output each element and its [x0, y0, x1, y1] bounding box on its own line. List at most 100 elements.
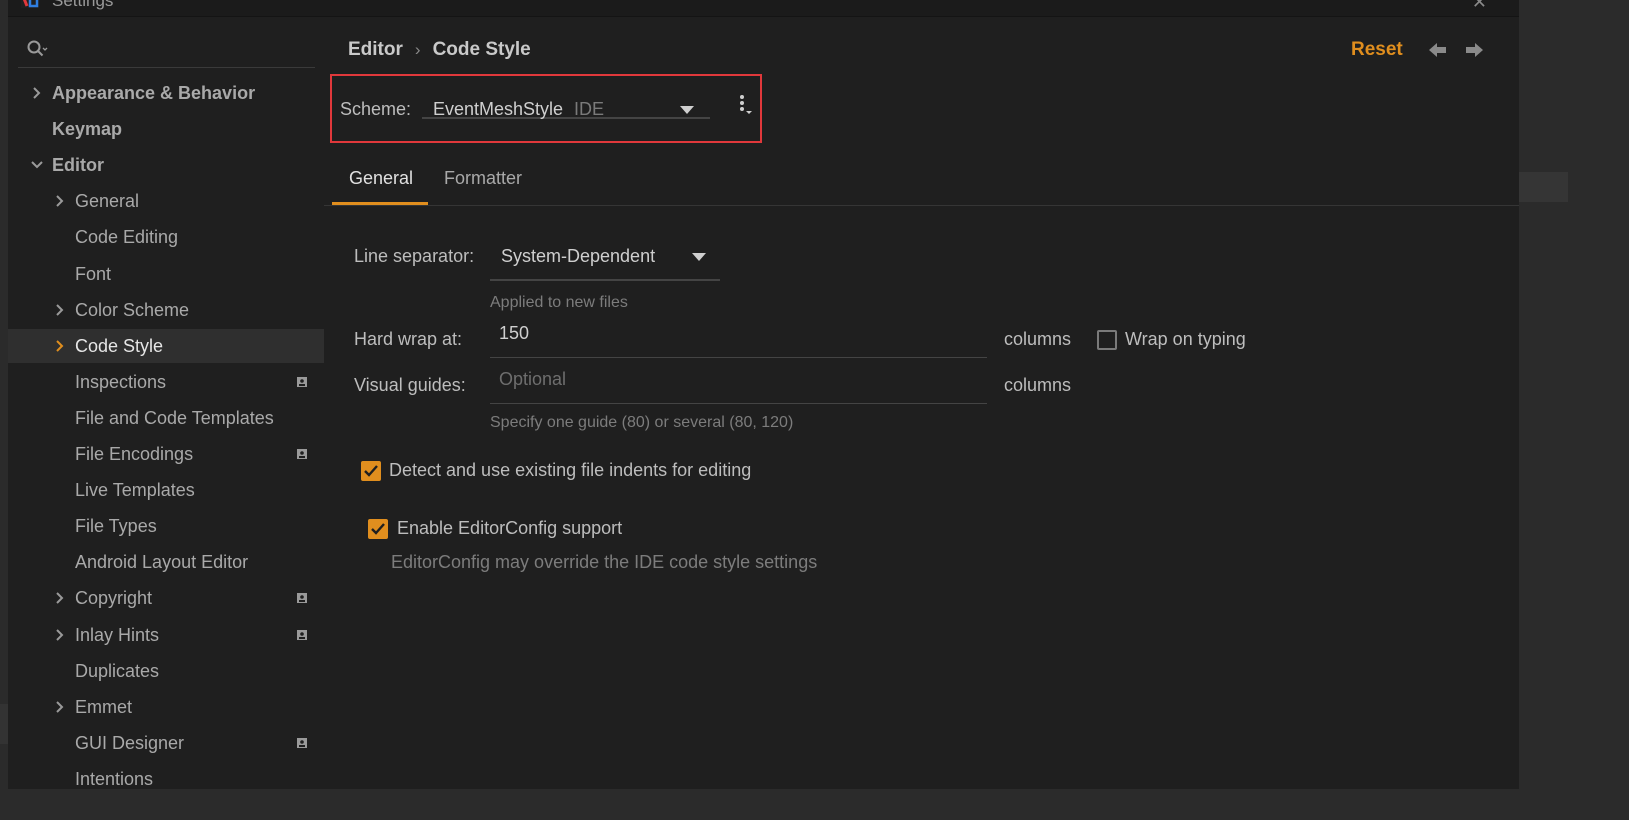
tab-bar: General Formatter — [324, 154, 1519, 206]
sidebar-item-copyright[interactable]: Copyright — [8, 581, 324, 615]
sidebar-item-keymap[interactable]: Keymap — [8, 112, 324, 146]
sidebar-item-label: GUI Designer — [75, 733, 185, 753]
tab-general[interactable]: General — [332, 154, 428, 205]
arrow-back-icon[interactable] — [1428, 41, 1448, 59]
chevron-right-icon[interactable] — [53, 690, 69, 724]
sidebar-item-code-editing[interactable]: Code Editing — [8, 220, 324, 254]
checkmark-icon — [364, 465, 378, 477]
sidebar-item-inlay-hints[interactable]: Inlay Hints — [8, 618, 324, 652]
chevron-right-icon[interactable] — [53, 618, 69, 652]
sidebar-item-label: Font — [75, 264, 112, 284]
close-icon[interactable]: ✕ — [1472, 0, 1487, 13]
hard-wrap-label: Hard wrap at: — [354, 329, 463, 349]
sidebar-item-file-encodings[interactable]: File Encodings — [8, 437, 324, 471]
chevron-right-icon[interactable] — [30, 76, 46, 110]
scheme-type: IDE — [574, 99, 605, 119]
background-editor-right — [1519, 0, 1568, 789]
search-icon — [27, 40, 48, 57]
scheme-dropdown[interactable]: EventMeshStyle IDE — [422, 89, 710, 119]
detect-indents-label[interactable]: Detect and use existing file indents for… — [389, 460, 751, 481]
project-level-icon — [297, 449, 307, 459]
wrap-on-typing-checkbox[interactable] — [1097, 330, 1117, 350]
search-input[interactable] — [18, 35, 315, 68]
sidebar-item-label: Duplicates — [75, 661, 160, 681]
project-level-icon — [297, 377, 307, 387]
sidebar-item-appearance-behavior[interactable]: Appearance & Behavior — [8, 76, 324, 110]
visual-guides-hint: Specify one guide (80) or several (80, 1… — [490, 414, 794, 431]
breadcrumb-separator: › — [414, 40, 421, 59]
background-band — [0, 704, 8, 744]
scheme-name: EventMeshStyle — [433, 99, 564, 119]
sidebar-item-label: File and Code Templates — [75, 408, 274, 428]
chevron-down-icon[interactable] — [30, 148, 46, 182]
chevron-down-icon — [680, 106, 694, 114]
chevron-right-icon[interactable] — [53, 329, 69, 363]
visual-guides-input[interactable]: Optional — [490, 359, 987, 404]
sidebar-item-android-layout-editor[interactable]: Android Layout Editor — [8, 545, 324, 579]
reset-link[interactable]: Reset — [1351, 39, 1403, 61]
sidebar-item-label: Code Style — [75, 336, 164, 356]
project-level-icon — [297, 630, 307, 640]
settings-dialog: Settings ✕ Appearance & Behavior Keymap Ed… — [8, 0, 1519, 789]
wrap-on-typing-label[interactable]: Wrap on typing — [1125, 329, 1246, 350]
sidebar-item-file-types[interactable]: File Types — [8, 509, 324, 543]
sidebar-item-label: Keymap — [52, 119, 123, 139]
sidebar-item-editor[interactable]: Editor — [8, 148, 324, 182]
sidebar-item-label: Color Scheme — [75, 300, 190, 320]
sidebar-item-font[interactable]: Font — [8, 257, 324, 291]
sidebar-item-label: Editor — [52, 155, 104, 175]
arrow-forward-icon[interactable] — [1464, 41, 1484, 59]
tab-formatter[interactable]: Formatter — [444, 154, 522, 205]
editorconfig-label[interactable]: Enable EditorConfig support — [397, 518, 622, 539]
sidebar-item-live-templates[interactable]: Live Templates — [8, 473, 324, 507]
sidebar-item-label: File Encodings — [75, 444, 194, 464]
sidebar-item-label: Inlay Hints — [75, 625, 160, 645]
breadcrumb-parent[interactable]: Editor — [348, 39, 403, 60]
sidebar-item-label: Android Layout Editor — [75, 552, 249, 572]
line-separator-value: System-Dependent — [501, 246, 656, 266]
chevron-right-icon[interactable] — [53, 184, 69, 218]
settings-main-panel: Editor › Code Style Reset Scheme: EventMes… — [324, 17, 1519, 789]
window-title: Settings — [52, 0, 114, 10]
breadcrumb: Editor › Code Style — [348, 39, 531, 61]
detect-indents-checkbox[interactable] — [361, 461, 381, 481]
settings-sidebar: Appearance & Behavior Keymap Editor General… — [8, 17, 324, 789]
editorconfig-checkbox[interactable] — [368, 519, 388, 539]
sidebar-item-gui-designer[interactable]: GUI Designer — [8, 726, 324, 760]
sidebar-item-code-style[interactable]: Code Style — [8, 329, 324, 363]
chevron-right-icon[interactable] — [53, 293, 69, 327]
sidebar-item-label: General — [75, 191, 140, 211]
sidebar-item-emmet[interactable]: Emmet — [8, 690, 324, 724]
hard-wrap-unit: columns — [1004, 329, 1072, 349]
editorconfig-hint: EditorConfig may override the IDE code s… — [391, 552, 818, 572]
sidebar-item-label: Emmet — [75, 697, 133, 717]
sidebar-item-inspections[interactable]: Inspections — [8, 365, 324, 399]
scheme-label: Scheme: — [340, 99, 412, 119]
sidebar-item-label: File Types — [75, 516, 157, 536]
app-logo-icon — [21, 0, 39, 8]
background-band — [1519, 172, 1568, 202]
sidebar-item-general[interactable]: General — [8, 184, 324, 218]
line-separator-hint: Applied to new files — [490, 294, 628, 311]
sidebar-item-color-scheme[interactable]: Color Scheme — [8, 293, 324, 327]
sidebar-item-file-and-code-templates[interactable]: File and Code Templates — [8, 401, 324, 435]
visual-guides-label: Visual guides: — [354, 375, 466, 395]
project-level-icon — [297, 593, 307, 603]
line-separator-label: Line separator: — [354, 246, 475, 266]
hard-wrap-input[interactable]: 150 — [490, 313, 987, 358]
sidebar-item-label: Inspections — [75, 372, 167, 392]
chevron-right-icon[interactable] — [53, 581, 69, 615]
checkmark-icon — [371, 523, 385, 535]
more-actions-icon[interactable] — [736, 93, 756, 119]
background-editor-left — [0, 0, 8, 789]
visual-guides-unit: columns — [1004, 375, 1072, 395]
title-bar: Settings ✕ — [8, 0, 1519, 17]
hard-wrap-value: 150 — [499, 323, 530, 343]
sidebar-item-duplicates[interactable]: Duplicates — [8, 654, 324, 688]
sidebar-item-intentions[interactable]: Intentions — [8, 762, 324, 796]
sidebar-item-label: Live Templates — [75, 480, 195, 500]
sidebar-item-label: Appearance & Behavior — [52, 83, 256, 103]
project-level-icon — [297, 738, 307, 748]
chevron-down-icon — [692, 253, 706, 261]
line-separator-dropdown[interactable]: System-Dependent — [490, 235, 720, 281]
